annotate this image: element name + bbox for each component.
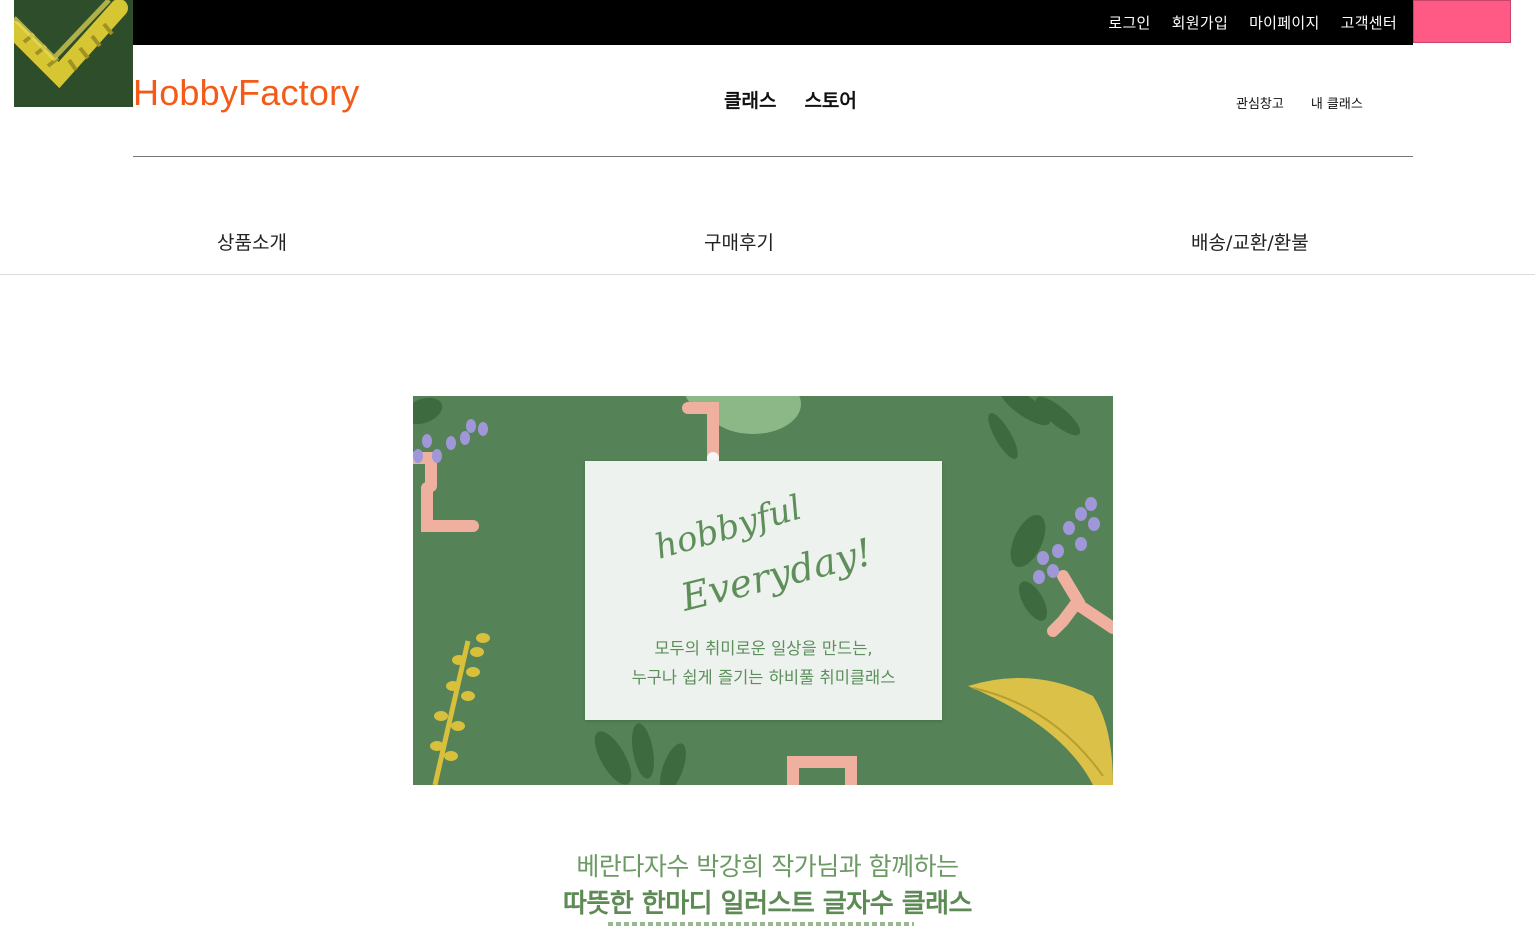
banner-card: hobbyful Everyday! 모두의 취미로운 일상을 만드는, 누구나… <box>585 461 942 720</box>
product-tabs: 상품소개 구매후기 배송/교환/환불 <box>0 208 1535 275</box>
tab-product-intro[interactable]: 상품소개 <box>217 228 287 255</box>
class-subtitle: 베란다자수 박강희 작가님과 함께하는 <box>576 852 959 881</box>
login-link[interactable]: 로그인 <box>1108 12 1150 33</box>
nav-class[interactable]: 클래스 <box>724 86 776 113</box>
embroidery-thumbnail-icon[interactable] <box>14 0 133 107</box>
hero-banner: hobbyful Everyday! 모두의 취미로운 일상을 만드는, 누구나… <box>413 396 1113 785</box>
class-caption-cutoff <box>608 922 914 926</box>
user-nav: 관심창고 내 클래스 <box>1236 93 1363 112</box>
nav-store[interactable]: 스토어 <box>804 86 856 113</box>
top-utility-bar: 로그인 회원가입 마이페이지 고객센터 <box>133 0 1413 45</box>
wishlist-link[interactable]: 관심창고 <box>1236 93 1284 112</box>
accent-button[interactable] <box>1413 0 1511 43</box>
site-logo[interactable]: HobbyFactory <box>133 72 360 114</box>
my-class-link[interactable]: 내 클래스 <box>1311 93 1363 112</box>
utility-links: 로그인 회원가입 마이페이지 고객센터 <box>1108 0 1397 45</box>
hobbyful-script: hobbyful Everyday! <box>650 488 876 620</box>
tab-shipping-refund[interactable]: 배송/교환/환불 <box>1191 228 1309 255</box>
customer-center-link[interactable]: 고객센터 <box>1341 12 1397 33</box>
mypage-link[interactable]: 마이페이지 <box>1249 12 1320 33</box>
main-nav: 클래스 스토어 <box>724 86 857 113</box>
banner-caption-line2: 누구나 쉽게 즐기는 하비풀 취미클래스 <box>631 668 896 687</box>
signup-link[interactable]: 회원가입 <box>1172 12 1228 33</box>
tab-reviews[interactable]: 구매후기 <box>704 228 774 255</box>
banner-caption-line1: 모두의 취미로운 일상을 만드는, <box>654 639 873 658</box>
header-divider <box>133 156 1413 157</box>
class-title: 따뜻한 한마디 일러스트 글자수 클래스 <box>563 889 972 919</box>
